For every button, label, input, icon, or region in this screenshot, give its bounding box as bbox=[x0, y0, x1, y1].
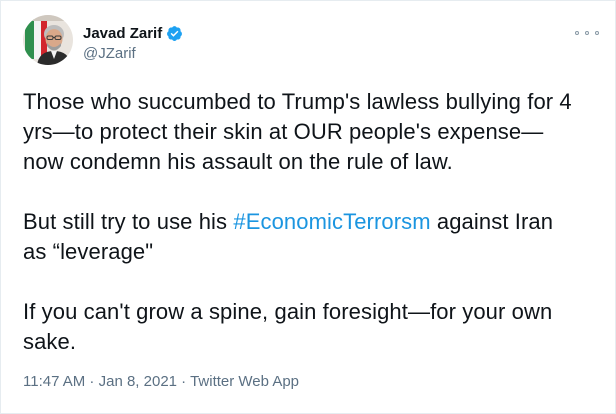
tweet-meta: 11:47 AM · Jan 8, 2021 · Twitter Web App bbox=[23, 373, 299, 390]
profile-photo bbox=[23, 15, 73, 65]
timestamp-date[interactable]: Jan 8, 2021 bbox=[99, 373, 177, 390]
display-name[interactable]: Javad Zarif bbox=[83, 25, 162, 42]
tweet-paragraph-1: Those who succumbed to Trump's lawless b… bbox=[23, 87, 593, 177]
tweet-line: now condemn his assault on the rule of l… bbox=[23, 149, 453, 174]
tweet-source[interactable]: Twitter Web App bbox=[190, 373, 299, 390]
meta-separator: · bbox=[177, 373, 191, 390]
tweet-paragraph-3: If you can't grow a spine, gain foresigh… bbox=[23, 297, 593, 357]
tweet-text: Those who succumbed to Trump's lawless b… bbox=[23, 87, 593, 357]
tweet-line: Those who succumbed to Trump's lawless b… bbox=[23, 89, 572, 114]
tweet-line: If you can't grow a spine, gain foresigh… bbox=[23, 299, 553, 324]
tweet-paragraph-2: But still try to use his #EconomicTerror… bbox=[23, 207, 593, 267]
hashtag-link[interactable]: #EconomicTerrorsm bbox=[233, 209, 430, 234]
meta-separator: · bbox=[85, 373, 99, 390]
tweet-line: against Iran bbox=[430, 209, 554, 234]
more-options-icon[interactable] bbox=[575, 25, 599, 41]
tweet-header: Javad Zarif @JZarif bbox=[23, 15, 599, 71]
tweet-card: Javad Zarif @JZarif Those who succumbed … bbox=[0, 0, 616, 414]
tweet-line: But still try to use his bbox=[23, 209, 234, 234]
verified-badge-icon bbox=[166, 25, 183, 42]
dot bbox=[575, 31, 579, 35]
dot bbox=[595, 31, 599, 35]
tweet-line: as “leverage" bbox=[23, 239, 154, 264]
user-handle[interactable]: @JZarif bbox=[83, 45, 183, 62]
avatar[interactable] bbox=[23, 15, 73, 65]
tweet-line: yrs—to protect their skin at OUR people'… bbox=[23, 119, 544, 144]
timestamp-time[interactable]: 11:47 AM bbox=[23, 373, 85, 390]
tweet-line: sake. bbox=[23, 329, 77, 354]
user-info: Javad Zarif @JZarif bbox=[83, 23, 183, 62]
dot bbox=[585, 31, 589, 35]
name-row: Javad Zarif bbox=[83, 23, 183, 43]
